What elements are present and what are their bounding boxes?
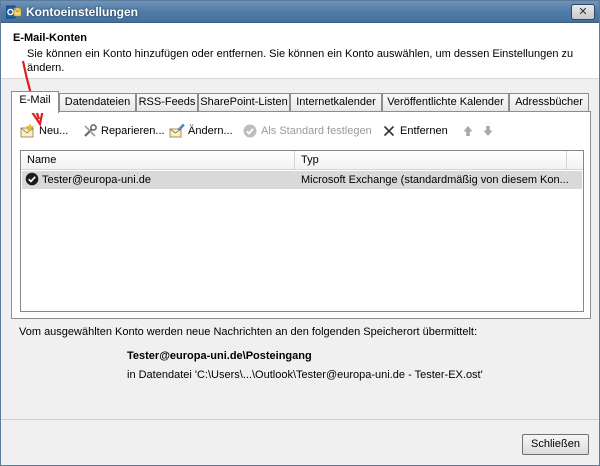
- arrow-up-icon: [460, 123, 476, 139]
- column-header-type[interactable]: Typ: [295, 151, 567, 170]
- column-header-name[interactable]: Name: [21, 151, 295, 170]
- change-label: Ändern...: [188, 125, 233, 137]
- dialog-header: E-Mail-Konten Sie können ein Konto hinzu…: [1, 23, 599, 79]
- account-settings-dialog: Kontoeinstellungen ✕ E-Mail-Konten Sie k…: [0, 0, 600, 466]
- tab-strip: E-Mail Datendateien RSS-Feeds SharePoint…: [11, 91, 591, 113]
- account-toolbar: Neu... Reparieren... Ändern... Als Stand…: [20, 122, 580, 140]
- repair-label: Reparieren...: [101, 125, 165, 137]
- change-button[interactable]: Ändern...: [169, 122, 233, 140]
- delivery-info-text: Vom ausgewählten Konto werden neue Nachr…: [19, 326, 478, 338]
- header-description: Sie können ein Konto hinzufügen oder ent…: [27, 48, 574, 74]
- outlook-icon: [5, 5, 22, 19]
- window-title: Kontoeinstellungen: [26, 5, 138, 19]
- repair-tools-icon: [82, 123, 98, 139]
- set-default-button[interactable]: Als Standard festlegen: [242, 122, 372, 140]
- header-title: E-Mail-Konten: [13, 32, 87, 44]
- tab-sharepoint-lists[interactable]: SharePoint-Listen: [198, 93, 290, 112]
- check-circle-icon: [242, 123, 258, 139]
- footer-divider: [1, 419, 599, 420]
- table-row[interactable]: Tester@europa-uni.de Microsoft Exchange …: [22, 171, 582, 189]
- change-account-icon: [169, 123, 185, 139]
- list-header: Name Typ: [21, 151, 583, 170]
- arrow-down-icon: [480, 123, 496, 139]
- tab-rss-feeds[interactable]: RSS-Feeds: [136, 93, 198, 112]
- email-tab-panel: Neu... Reparieren... Ändern... Als Stand…: [11, 111, 591, 319]
- account-name-cell: Tester@europa-uni.de: [42, 174, 152, 186]
- window-close-button[interactable]: ✕: [571, 4, 595, 20]
- delivery-store-name: Tester@europa-uni.de\Posteingang: [127, 350, 312, 362]
- new-account-button[interactable]: Neu...: [20, 122, 68, 140]
- tab-email[interactable]: E-Mail: [11, 91, 59, 113]
- set-default-label: Als Standard festlegen: [261, 125, 372, 137]
- tab-internet-calendars[interactable]: Internetkalender: [290, 93, 382, 112]
- tab-address-books[interactable]: Adressbücher: [509, 93, 589, 112]
- title-bar[interactable]: Kontoeinstellungen ✕: [1, 1, 599, 23]
- move-down-button[interactable]: [480, 122, 496, 140]
- account-list[interactable]: Name Typ Tester@europa-uni.de Microsoft …: [20, 150, 584, 312]
- new-mail-icon: [20, 123, 36, 139]
- close-dialog-button[interactable]: Schließen: [522, 434, 589, 455]
- remove-x-icon: [381, 123, 397, 139]
- account-type-cell: Microsoft Exchange (standardmäßig von di…: [301, 174, 569, 186]
- move-up-button[interactable]: [460, 122, 476, 140]
- tab-published-calendars[interactable]: Veröffentlichte Kalender: [382, 93, 509, 112]
- delivery-store-file: in Datendatei 'C:\Users\...\Outlook\Test…: [127, 369, 483, 381]
- remove-button[interactable]: Entfernen: [381, 122, 448, 140]
- new-account-label: Neu...: [39, 125, 69, 137]
- default-account-check-icon: [25, 171, 41, 189]
- remove-label: Entfernen: [400, 125, 448, 137]
- repair-button[interactable]: Reparieren...: [82, 122, 165, 140]
- tab-data-files[interactable]: Datendateien: [59, 93, 136, 112]
